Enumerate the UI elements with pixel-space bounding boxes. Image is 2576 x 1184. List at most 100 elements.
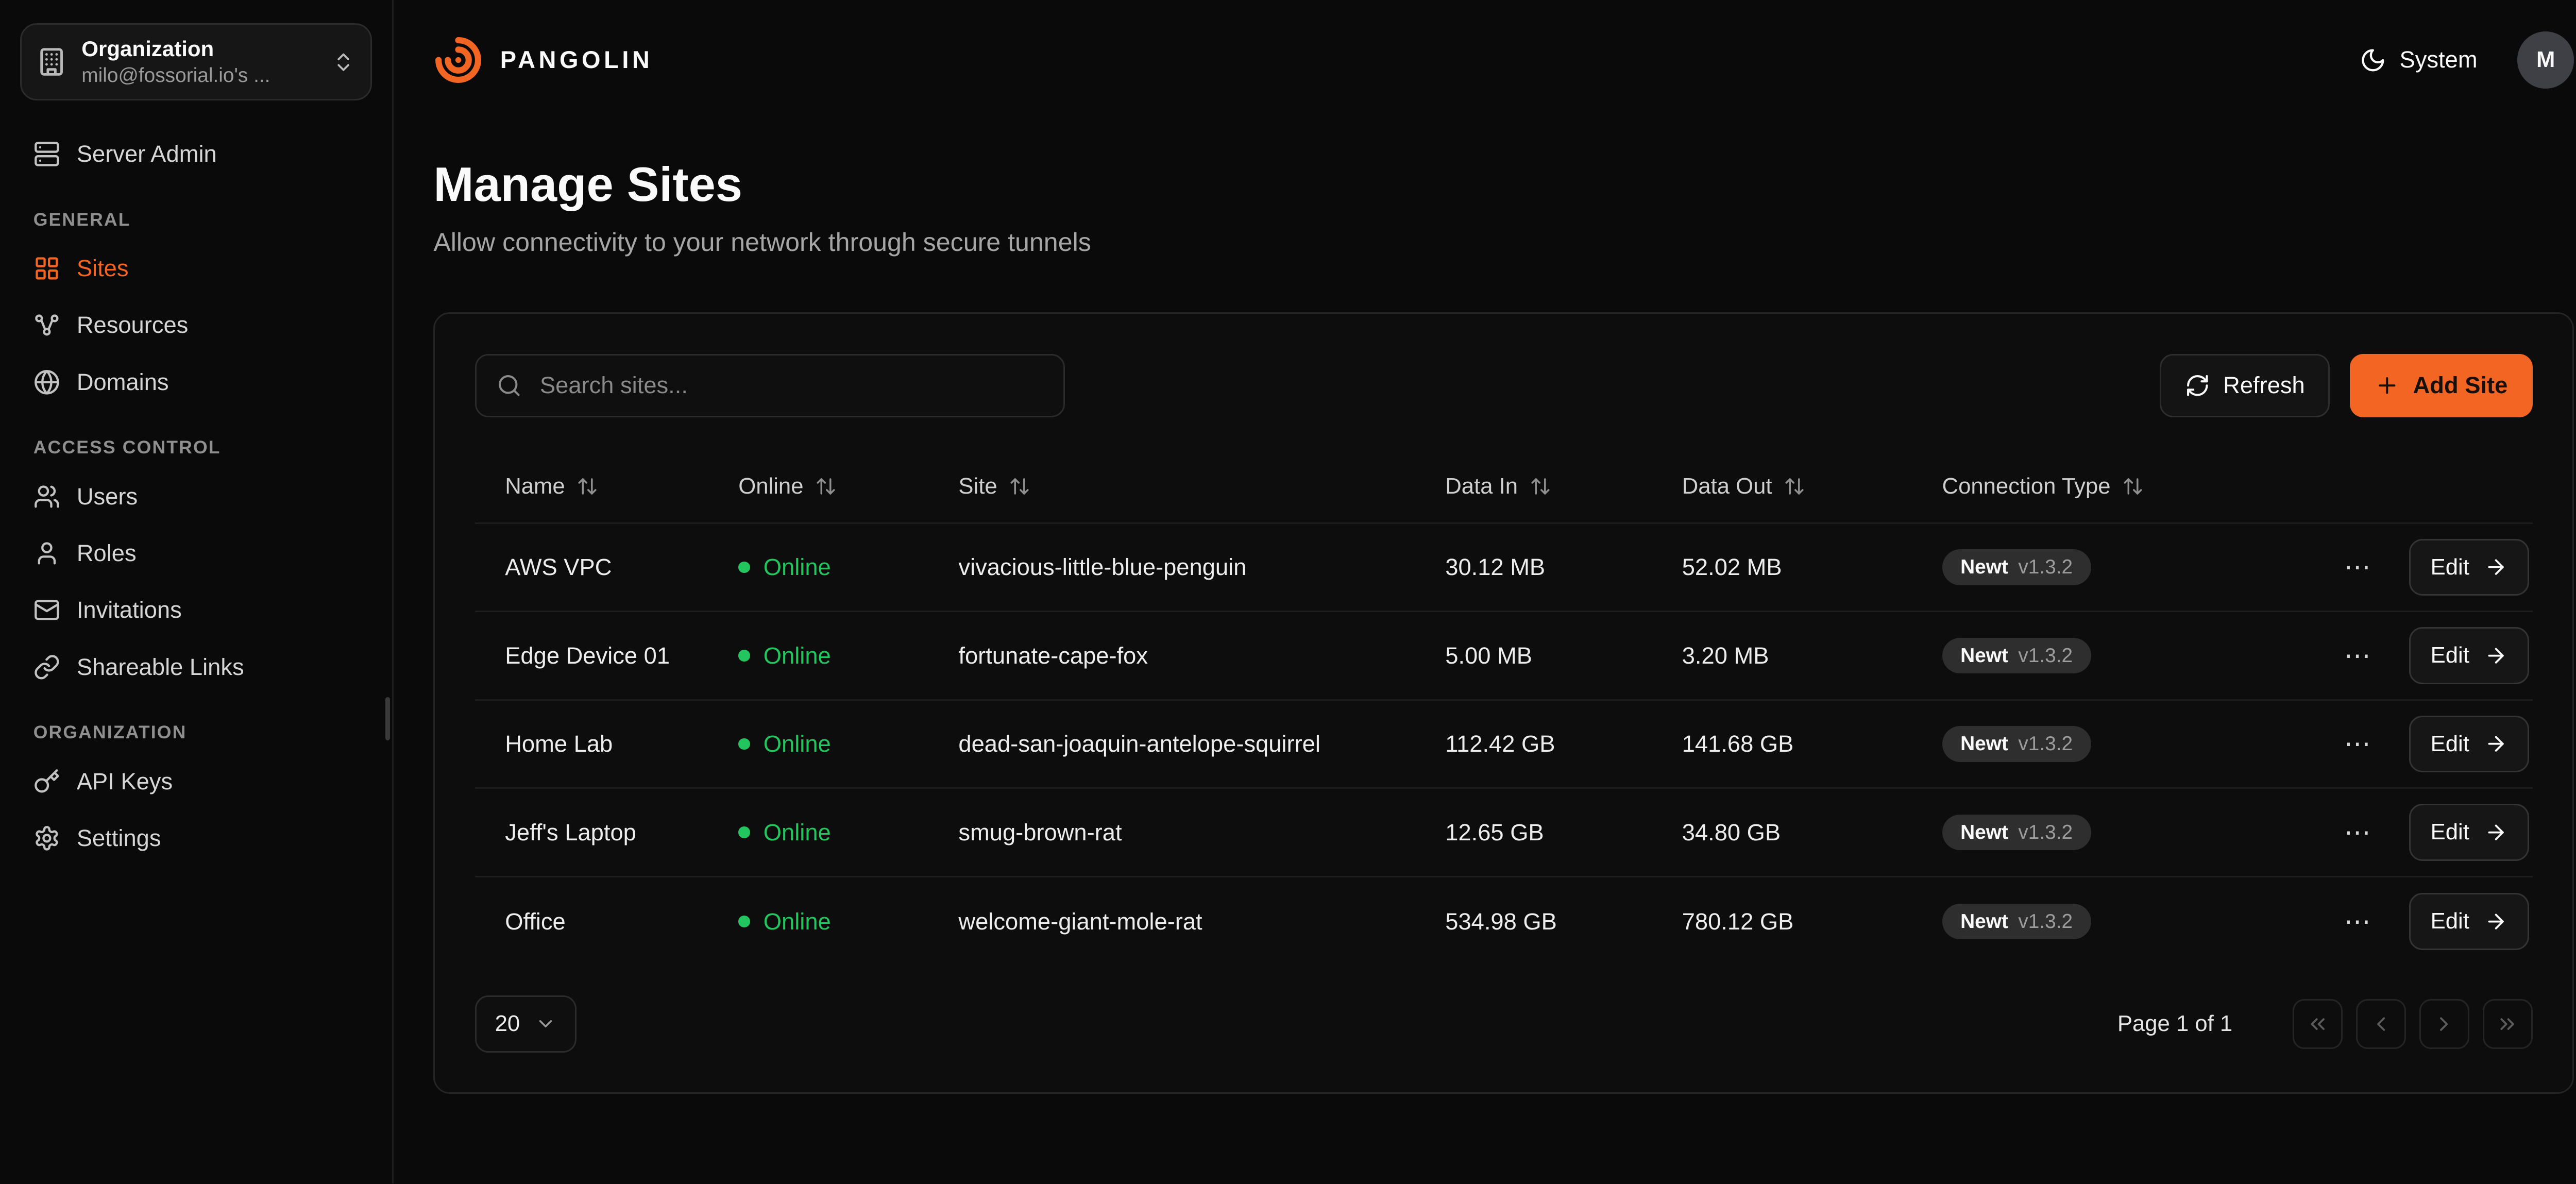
row-menu-button[interactable]: ⋯ [2337, 899, 2379, 944]
sort-icon [815, 476, 837, 497]
connection-type-badge: Newt v1.3.2 [1942, 638, 2091, 674]
arrow-right-icon [2484, 732, 2507, 755]
refresh-icon [2185, 373, 2210, 398]
moon-icon [2360, 47, 2386, 74]
cell-connection-type: Newt v1.3.2 [1942, 815, 2240, 851]
gear-icon [33, 825, 60, 852]
row-menu-button[interactable]: ⋯ [2337, 722, 2379, 767]
column-header-data-in[interactable]: Data In [1445, 473, 1682, 499]
search-input[interactable] [536, 370, 1043, 400]
row-menu-button[interactable]: ⋯ [2337, 810, 2379, 855]
sidebar-item-label: Roles [77, 540, 137, 567]
theme-toggle[interactable]: System [2360, 46, 2478, 73]
cell-data-out: 34.80 GB [1682, 819, 1942, 846]
cell-online: Online [738, 731, 958, 757]
cell-name: Jeff's Laptop [475, 819, 738, 846]
sidebar-item-resources[interactable]: Resources [20, 298, 372, 352]
table-body: AWS VPC Online vivacious-little-blue-pen… [475, 524, 2533, 966]
server-icon [33, 141, 60, 167]
column-label: Site [958, 473, 997, 499]
refresh-button[interactable]: Refresh [2160, 354, 2330, 417]
column-header-connection-type[interactable]: Connection Type [1942, 473, 2240, 499]
cell-site: vivacious-little-blue-penguin [958, 554, 1445, 581]
sidebar-item-api-keys[interactable]: API Keys [20, 755, 372, 808]
arrow-right-icon [2484, 555, 2507, 579]
cell-online: Online [738, 642, 958, 669]
edit-button[interactable]: Edit [2409, 539, 2529, 596]
online-status-label: Online [764, 819, 831, 846]
cell-data-in: 12.65 GB [1445, 819, 1682, 846]
sidebar-item-label: Server Admin [77, 141, 217, 167]
online-status-dot [738, 738, 750, 750]
first-page-button[interactable] [2293, 999, 2343, 1049]
sort-icon [1530, 476, 1551, 497]
last-page-button[interactable] [2483, 999, 2533, 1049]
page-size-select[interactable]: 20 [475, 995, 577, 1052]
edit-label: Edit [2431, 554, 2469, 580]
column-header-name[interactable]: Name [475, 473, 738, 499]
ellipsis-icon: ⋯ [2344, 552, 2372, 582]
org-selector[interactable]: Organization milo@fossorial.io's ... [20, 23, 372, 100]
section-label-access-control: ACCESS CONTROL [33, 437, 359, 458]
add-site-label: Add Site [2413, 372, 2508, 399]
app-root: Organization milo@fossorial.io's ... Ser… [0, 0, 2576, 1183]
cell-name: AWS VPC [475, 554, 738, 581]
arrow-right-icon [2484, 644, 2507, 667]
sidebar-item-roles[interactable]: Roles [20, 527, 372, 580]
cell-connection-type: Newt v1.3.2 [1942, 549, 2240, 585]
online-status-dot [738, 562, 750, 573]
org-subtitle: milo@fossorial.io's ... [81, 64, 317, 87]
connection-name: Newt [1960, 556, 2008, 579]
sidebar-item-sites[interactable]: Sites [20, 242, 372, 295]
table-row: Edge Device 01 Online fortunate-cape-fox… [475, 612, 2533, 701]
sidebar-scrollbar-thumb[interactable] [385, 697, 391, 740]
row-menu-button[interactable]: ⋯ [2337, 545, 2379, 590]
chevrons-up-down-icon [332, 50, 355, 74]
next-page-button[interactable] [2419, 999, 2469, 1049]
previous-page-button[interactable] [2356, 999, 2406, 1049]
add-site-button[interactable]: Add Site [2350, 354, 2533, 417]
avatar[interactable]: M [2517, 31, 2574, 88]
cell-name: Office [475, 908, 738, 935]
column-header-online[interactable]: Online [738, 473, 958, 499]
sidebar-item-server-admin[interactable]: Server Admin [20, 127, 372, 181]
edit-button[interactable]: Edit [2409, 893, 2529, 950]
connection-version: v1.3.2 [2018, 910, 2073, 933]
connection-type-badge: Newt v1.3.2 [1942, 815, 2091, 851]
arrow-right-icon [2484, 821, 2507, 844]
edit-label: Edit [2431, 819, 2469, 845]
globe-icon [33, 369, 60, 396]
layout-grid-icon [33, 255, 60, 282]
connection-version: v1.3.2 [2018, 821, 2073, 844]
page-size-value: 20 [495, 1011, 520, 1037]
sidebar: Organization milo@fossorial.io's ... Ser… [0, 0, 394, 1183]
ellipsis-icon: ⋯ [2344, 640, 2372, 670]
edit-button[interactable]: Edit [2409, 627, 2529, 684]
connection-version: v1.3.2 [2018, 645, 2073, 667]
refresh-label: Refresh [2223, 372, 2305, 399]
edit-button[interactable]: Edit [2409, 716, 2529, 772]
edit-button[interactable]: Edit [2409, 804, 2529, 860]
sites-table: Name Online Site Data In [475, 450, 2533, 966]
sidebar-item-users[interactable]: Users [20, 470, 372, 523]
sidebar-item-domains[interactable]: Domains [20, 356, 372, 409]
sidebar-item-settings[interactable]: Settings [20, 811, 372, 865]
row-menu-button[interactable]: ⋯ [2337, 633, 2379, 678]
cell-site: dead-san-joaquin-antelope-squirrel [958, 731, 1445, 757]
online-status-dot [738, 916, 750, 927]
sidebar-item-label: Invitations [77, 597, 182, 623]
brand[interactable]: PANGOLIN [433, 35, 653, 85]
cell-online: Online [738, 819, 958, 846]
waypoints-icon [33, 312, 60, 339]
column-header-data-out[interactable]: Data Out [1682, 473, 1942, 499]
topbar: PANGOLIN System M [433, 0, 2574, 120]
column-header-site[interactable]: Site [958, 473, 1445, 499]
connection-type-badge: Newt v1.3.2 [1942, 549, 2091, 585]
cell-site: welcome-giant-mole-rat [958, 908, 1445, 935]
sidebar-item-shareable-links[interactable]: Shareable Links [20, 640, 372, 694]
ellipsis-icon: ⋯ [2344, 817, 2372, 847]
sidebar-item-invitations[interactable]: Invitations [20, 583, 372, 637]
connection-name: Newt [1960, 733, 2008, 755]
link-icon [33, 654, 60, 681]
cell-name: Home Lab [475, 731, 738, 757]
